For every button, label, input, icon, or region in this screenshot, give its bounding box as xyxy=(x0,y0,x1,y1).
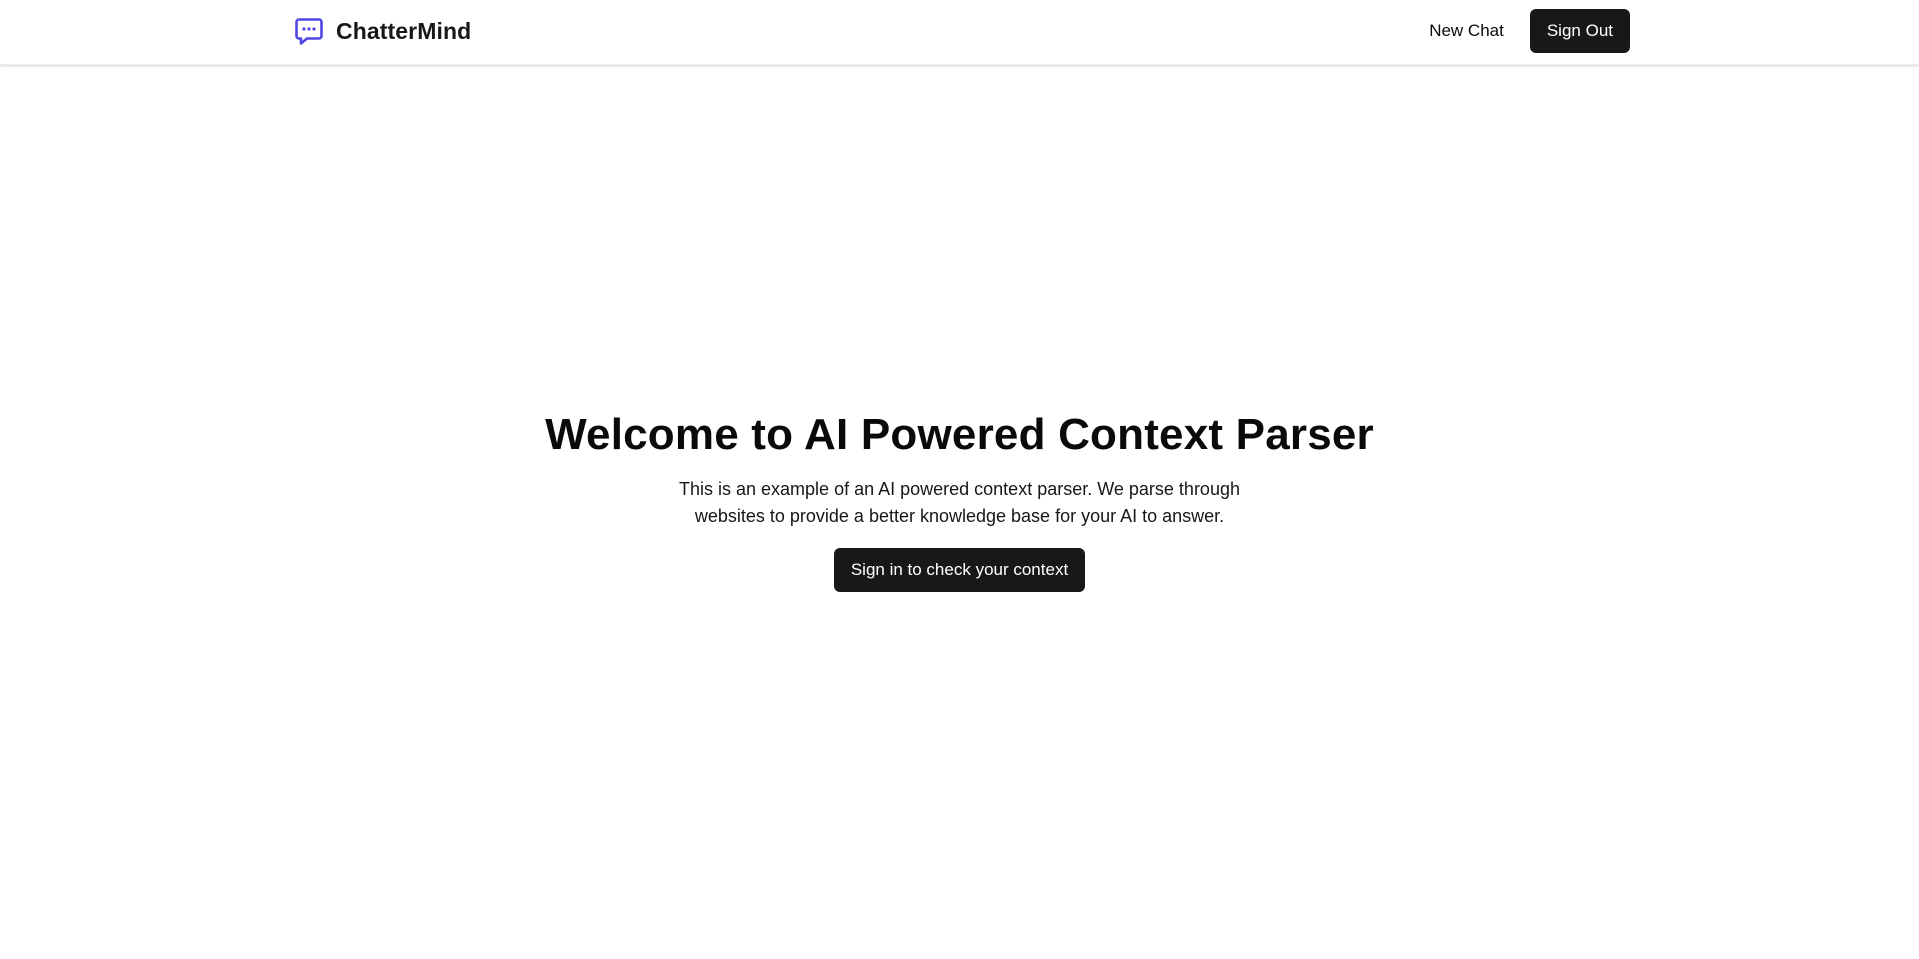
new-chat-button[interactable]: New Chat xyxy=(1413,11,1520,51)
chat-bubble-dots-icon xyxy=(293,15,325,47)
sign-in-check-context-button[interactable]: Sign in to check your context xyxy=(833,548,1086,592)
hero-description: This is an example of an AI powered cont… xyxy=(679,479,1240,526)
brand-logo-link[interactable]: ChatterMind xyxy=(293,15,471,47)
page-title: Welcome to AI Powered Context Parser xyxy=(545,410,1374,459)
header-nav: New Chat Sign Out xyxy=(1413,9,1630,53)
sign-out-button[interactable]: Sign Out xyxy=(1529,9,1630,53)
brand-name: ChatterMind xyxy=(336,17,472,44)
top-navbar: ChatterMind New Chat Sign Out xyxy=(0,0,1919,65)
hero-section: Welcome to AI Powered Context Parser Thi… xyxy=(0,408,1919,592)
